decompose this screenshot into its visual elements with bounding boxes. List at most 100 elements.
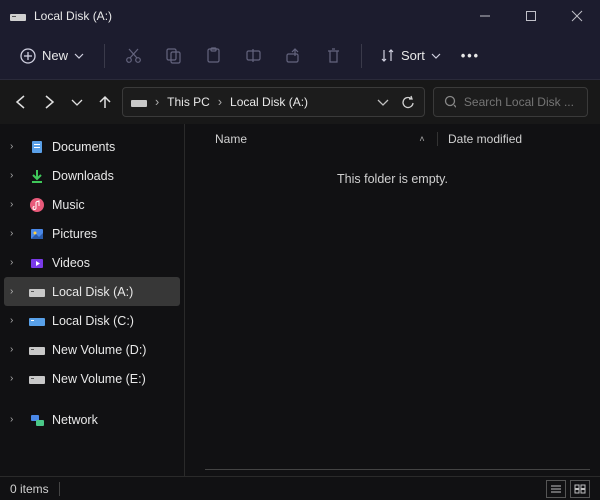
forward-button[interactable] <box>40 93 58 111</box>
chevron-right-icon: › <box>10 414 22 425</box>
new-button[interactable]: New <box>10 43 94 69</box>
trash-icon <box>325 47 342 64</box>
rename-icon <box>245 47 262 64</box>
scrollbar-track <box>205 469 590 470</box>
sidebar-item-videos[interactable]: › Videos <box>4 248 180 277</box>
scissors-icon <box>125 47 142 64</box>
content-area: Name ˄ Date modified This folder is empt… <box>185 124 600 476</box>
titlebar: Local Disk (A:) <box>0 0 600 32</box>
chevron-right-icon: › <box>155 95 159 109</box>
minimize-button[interactable] <box>462 0 508 32</box>
breadcrumb-current[interactable]: Local Disk (A:) <box>230 95 308 109</box>
recent-button[interactable] <box>68 93 86 111</box>
paste-button[interactable] <box>195 38 231 74</box>
videos-icon <box>28 254 46 272</box>
sidebar-item-label: Network <box>52 413 174 427</box>
address-dropdown[interactable] <box>377 96 389 108</box>
downloads-icon <box>28 167 46 185</box>
details-view-button[interactable] <box>546 480 566 498</box>
sidebar-item-label: Local Disk (C:) <box>52 314 174 328</box>
disk-icon <box>10 10 26 22</box>
sidebar-item-pictures[interactable]: › Pictures <box>4 219 180 248</box>
sidebar-item-label: Local Disk (A:) <box>52 285 174 299</box>
up-button[interactable] <box>96 93 114 111</box>
rename-button[interactable] <box>235 38 271 74</box>
sidebar-item-local-disk-c[interactable]: › Local Disk (C:) <box>4 306 180 335</box>
disk-icon <box>131 97 147 108</box>
sidebar-item-label: New Volume (D:) <box>52 343 174 357</box>
separator <box>104 44 105 68</box>
grid-icon <box>574 484 586 494</box>
music-icon <box>28 196 46 214</box>
sidebar-item-network[interactable]: › Network <box>4 405 180 434</box>
address-bar[interactable]: › This PC › Local Disk (A:) <box>122 87 425 117</box>
network-icon <box>28 411 46 429</box>
toolbar: New Sort ••• <box>0 32 600 80</box>
share-button[interactable] <box>275 38 311 74</box>
sort-button[interactable]: Sort <box>372 43 449 68</box>
empty-folder-message: This folder is empty. <box>185 172 600 186</box>
sidebar-item-label: Videos <box>52 256 174 270</box>
separator <box>59 482 60 496</box>
plus-circle-icon <box>20 48 36 64</box>
new-label: New <box>42 48 68 63</box>
window-title: Local Disk (A:) <box>34 9 462 23</box>
share-icon <box>285 47 302 64</box>
disk-icon <box>28 370 46 388</box>
chevron-down-icon <box>74 51 84 61</box>
chevron-right-icon: › <box>10 344 22 355</box>
clipboard-icon <box>205 47 222 64</box>
chevron-right-icon: › <box>218 95 222 109</box>
chevron-right-icon: › <box>10 141 22 152</box>
pictures-icon <box>28 225 46 243</box>
chevron-right-icon: › <box>10 170 22 181</box>
copy-button[interactable] <box>155 38 191 74</box>
sidebar-item-label: New Volume (E:) <box>52 372 174 386</box>
chevron-right-icon: › <box>10 228 22 239</box>
sidebar-item-label: Documents <box>52 140 174 154</box>
column-headers: Name ˄ Date modified <box>185 124 600 154</box>
disk-icon <box>28 283 46 301</box>
sidebar-item-documents[interactable]: › Documents <box>4 132 180 161</box>
search-input[interactable] <box>464 95 577 109</box>
copy-icon <box>165 47 182 64</box>
maximize-button[interactable] <box>508 0 554 32</box>
sidebar-item-label: Music <box>52 198 174 212</box>
chevron-right-icon: › <box>10 199 22 210</box>
more-button[interactable]: ••• <box>453 44 488 68</box>
sidebar: › Documents › Downloads › Music › Pictur… <box>0 124 185 476</box>
column-name[interactable]: Name <box>197 132 407 146</box>
sort-label: Sort <box>401 48 425 63</box>
chevron-right-icon: › <box>10 257 22 268</box>
sidebar-item-label: Pictures <box>52 227 174 241</box>
column-date-modified[interactable]: Date modified <box>437 132 588 146</box>
chevron-right-icon: › <box>10 315 22 326</box>
disk-icon <box>28 312 46 330</box>
chevron-down-icon <box>431 51 441 61</box>
chevron-right-icon: › <box>10 286 22 297</box>
list-icon <box>550 484 562 494</box>
sidebar-item-local-disk-a[interactable]: › Local Disk (A:) <box>4 277 180 306</box>
cut-button[interactable] <box>115 38 151 74</box>
sidebar-item-label: Downloads <box>52 169 174 183</box>
navbar: › This PC › Local Disk (A:) <box>0 80 600 124</box>
refresh-button[interactable] <box>401 95 416 110</box>
search-box[interactable] <box>433 87 588 117</box>
documents-icon <box>28 138 46 156</box>
disk-icon <box>28 341 46 359</box>
back-button[interactable] <box>12 93 30 111</box>
sidebar-item-downloads[interactable]: › Downloads <box>4 161 180 190</box>
sidebar-item-new-volume-d[interactable]: › New Volume (D:) <box>4 335 180 364</box>
sort-indicator-icon: ˄ <box>407 134 437 144</box>
search-icon <box>444 95 456 109</box>
sidebar-item-new-volume-e[interactable]: › New Volume (E:) <box>4 364 180 393</box>
delete-button[interactable] <box>315 38 351 74</box>
sidebar-item-music[interactable]: › Music <box>4 190 180 219</box>
thumbnails-view-button[interactable] <box>570 480 590 498</box>
item-count: 0 items <box>10 482 49 496</box>
chevron-right-icon: › <box>10 373 22 384</box>
breadcrumb-root[interactable]: This PC <box>167 95 210 109</box>
separator <box>361 44 362 68</box>
statusbar: 0 items <box>0 476 600 500</box>
close-button[interactable] <box>554 0 600 32</box>
